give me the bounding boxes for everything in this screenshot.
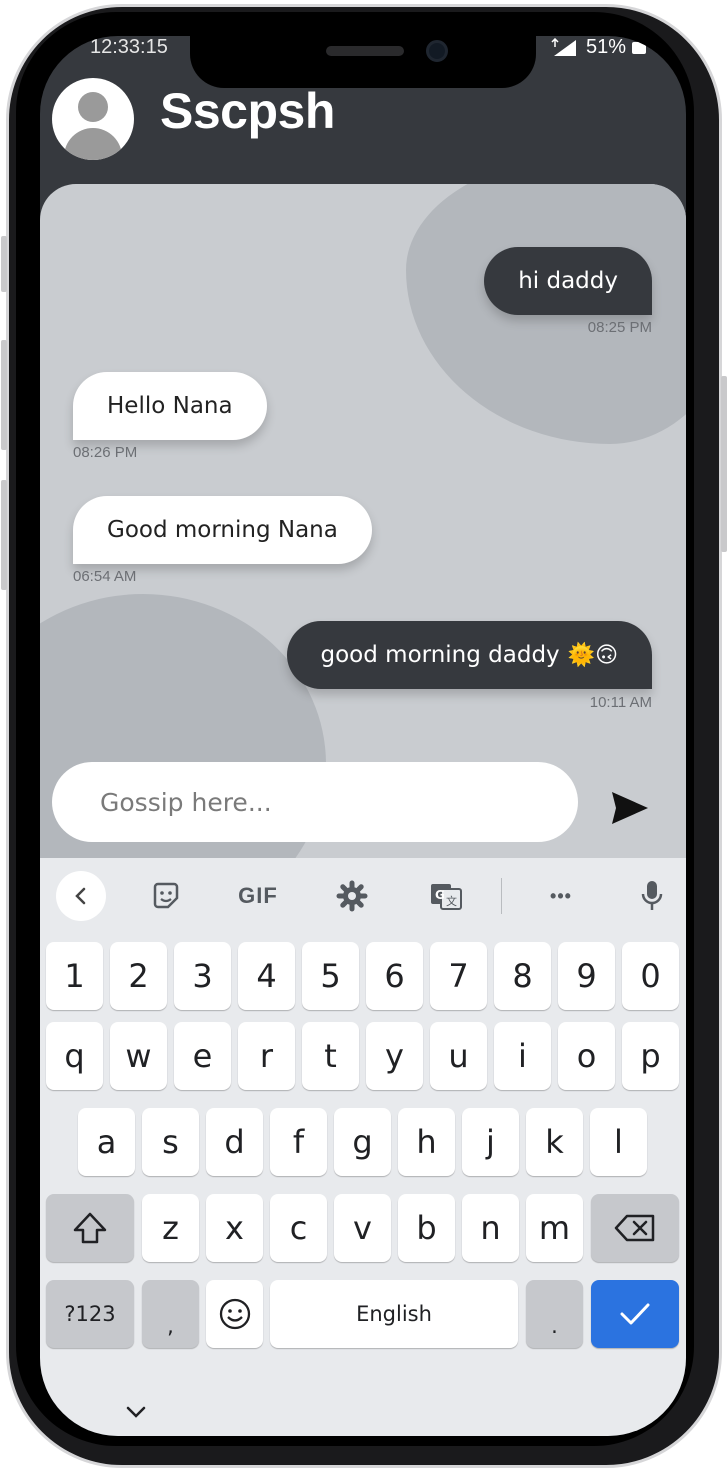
key[interactable]: e <box>174 1022 231 1090</box>
keyboard-toolbar: GIF G 文 ••• <box>40 858 686 934</box>
key[interactable]: 0 <box>622 942 679 1010</box>
space-key[interactable]: English <box>270 1280 518 1348</box>
key[interactable]: w <box>110 1022 167 1090</box>
translate-icon[interactable]: G 文 <box>426 872 466 920</box>
keyboard: GIF G 文 ••• 1 2 3 4 5 6 7 8 9 0 q w e r … <box>40 858 686 1436</box>
message-text: Good morning Nana <box>107 517 338 543</box>
send-icon[interactable] <box>608 788 652 828</box>
back-icon[interactable] <box>56 871 106 921</box>
period-key[interactable]: . <box>526 1280 583 1348</box>
message-text: good morning daddy <box>320 642 560 668</box>
backspace-key[interactable] <box>591 1194 679 1262</box>
shift-key[interactable] <box>46 1194 134 1262</box>
message-time: 06:54 AM <box>73 568 137 585</box>
status-indicators: 51% <box>550 36 646 59</box>
camera-icon <box>426 40 448 62</box>
message-time: 08:26 PM <box>73 444 138 461</box>
shift-icon <box>73 1212 107 1244</box>
key[interactable]: q <box>46 1022 103 1090</box>
key[interactable]: m <box>526 1194 583 1262</box>
symbols-key[interactable]: ?123 <box>46 1280 134 1348</box>
battery-icon <box>632 41 646 54</box>
key[interactable]: 7 <box>430 942 487 1010</box>
key[interactable]: k <box>526 1108 583 1176</box>
key[interactable]: y <box>366 1022 423 1090</box>
screen: 12:33:15 51% Sscpsh hi daddy 08:25 PM He… <box>40 36 686 1436</box>
notch <box>190 36 536 88</box>
signal-icon <box>551 37 576 56</box>
key[interactable]: z <box>142 1194 199 1262</box>
key[interactable]: 2 <box>110 942 167 1010</box>
key[interactable]: 1 <box>46 942 103 1010</box>
key[interactable]: 6 <box>366 942 423 1010</box>
contact-name[interactable]: Sscpsh <box>160 82 335 140</box>
status-time: 12:33:15 <box>90 36 168 58</box>
key[interactable]: d <box>206 1108 263 1176</box>
key[interactable]: g <box>334 1108 391 1176</box>
key[interactable]: i <box>494 1022 551 1090</box>
key[interactable]: u <box>430 1022 487 1090</box>
message-bubble-incoming[interactable]: Good morning Nana <box>73 496 372 564</box>
key[interactable]: c <box>270 1194 327 1262</box>
key[interactable]: o <box>558 1022 615 1090</box>
sticker-icon[interactable] <box>144 872 188 920</box>
message-emoji: 🌞🙃 <box>567 642 618 668</box>
message-bubble-incoming[interactable]: Hello Nana <box>73 372 267 440</box>
key[interactable]: 5 <box>302 942 359 1010</box>
key[interactable]: s <box>142 1108 199 1176</box>
message-text: Hello Nana <box>107 393 233 419</box>
svg-text:文: 文 <box>446 894 457 908</box>
key[interactable]: 3 <box>174 942 231 1010</box>
message-time: 10:11 AM <box>589 694 652 711</box>
key[interactable]: v <box>334 1194 391 1262</box>
emoji-icon <box>219 1298 250 1330</box>
comma-key[interactable]: , <box>142 1280 199 1348</box>
side-button <box>721 376 727 552</box>
key[interactable]: n <box>462 1194 519 1262</box>
enter-key[interactable] <box>591 1280 679 1348</box>
key[interactable]: 8 <box>494 942 551 1010</box>
message-bubble-outgoing[interactable]: hi daddy <box>484 247 652 315</box>
more-icon[interactable]: ••• <box>536 872 586 920</box>
key[interactable]: p <box>622 1022 679 1090</box>
key[interactable]: t <box>302 1022 359 1090</box>
key[interactable]: 4 <box>238 942 295 1010</box>
key[interactable]: j <box>462 1108 519 1176</box>
svg-text:G: G <box>435 888 445 902</box>
avatar-head <box>78 92 108 122</box>
key[interactable]: a <box>78 1108 135 1176</box>
key[interactable]: r <box>238 1022 295 1090</box>
chevron-down-icon[interactable] <box>124 1404 148 1420</box>
chat-area[interactable]: hi daddy 08:25 PM Hello Nana 08:26 PM Go… <box>40 184 686 858</box>
message-text: hi daddy <box>518 268 618 294</box>
battery-percent: 51% <box>585 36 626 58</box>
avatar-body <box>64 128 122 160</box>
side-button <box>1 480 7 590</box>
side-button <box>1 236 7 292</box>
emoji-key[interactable] <box>206 1280 263 1348</box>
key[interactable]: f <box>270 1108 327 1176</box>
checkmark-icon <box>620 1303 650 1325</box>
side-button <box>1 340 7 450</box>
toolbar-divider <box>501 878 502 914</box>
message-time: 08:25 PM <box>587 319 652 336</box>
backspace-icon <box>614 1214 655 1242</box>
key[interactable]: x <box>206 1194 263 1262</box>
gif-button[interactable]: GIF <box>230 872 286 920</box>
mic-icon[interactable] <box>634 872 670 920</box>
user-avatar-icon[interactable] <box>52 78 134 160</box>
key[interactable]: 9 <box>558 942 615 1010</box>
key[interactable]: b <box>398 1194 455 1262</box>
settings-icon[interactable] <box>332 872 372 920</box>
message-input[interactable] <box>52 762 578 842</box>
message-bubble-outgoing[interactable]: good morning daddy 🌞🙃 <box>286 621 652 689</box>
key[interactable]: h <box>398 1108 455 1176</box>
speaker-grille <box>326 46 404 56</box>
key[interactable]: l <box>590 1108 647 1176</box>
